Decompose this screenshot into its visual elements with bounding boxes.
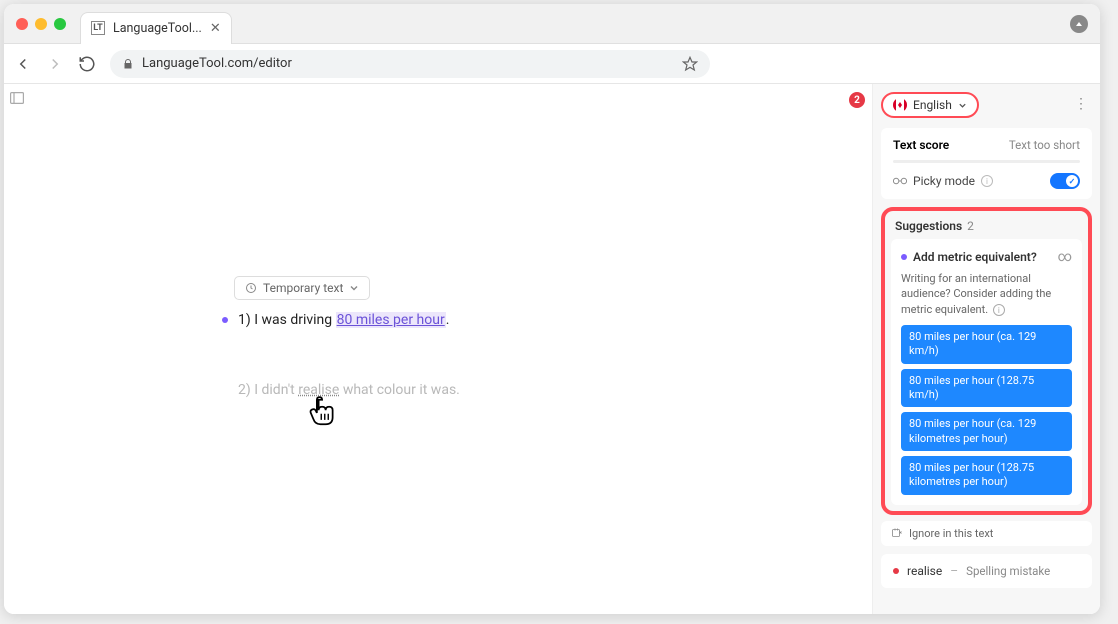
line2-text-prefix: 2) I didn't [238,382,298,398]
line1-text-suffix: . [446,312,450,328]
suggestion-chip[interactable]: 80 miles per hour (128.75 kilometres per… [901,456,1072,495]
language-selector[interactable]: English [881,92,979,118]
info-icon[interactable]: i [993,304,1005,316]
clock-icon [245,282,257,294]
page-content: Temporary text 1) I was driving 80 miles… [4,84,1100,614]
editor-line-2[interactable]: 2) I didn't realise what colour it was. [222,382,622,398]
picky-mode-label: Picky mode [913,174,975,188]
lock-icon [122,58,134,70]
glasses-icon [893,176,907,186]
suggestion-chip[interactable]: 80 miles per hour (ca. 129 kilometres pe… [901,412,1072,451]
nav-back-button[interactable] [14,55,32,73]
window-controls [16,18,66,30]
line1-text-prefix: 1) I was driving [238,312,336,328]
flag-icon [893,98,907,112]
window-maximize-button[interactable] [54,18,66,30]
text-score-status: Text too short [1009,138,1080,152]
window-minimize-button[interactable] [35,18,47,30]
info-icon[interactable]: i [981,175,993,187]
tab-close-button[interactable]: ✕ [210,21,221,36]
language-label: English [913,98,952,112]
bookmark-star-icon[interactable] [682,56,698,72]
browser-window: LT LanguageTool... ✕ LanguageTool.com/ed… [4,4,1100,614]
suggestion-card-spelling[interactable]: realise – Spelling mistake [881,554,1092,588]
left-rail [4,84,34,614]
ignore-card[interactable]: Ignore in this text [881,521,1092,546]
editor-line-1[interactable]: 1) I was driving 80 miles per hour. [222,312,622,328]
nav-reload-button[interactable] [78,55,96,73]
browser-profile-button[interactable] [1070,15,1088,33]
spelling-word: realise [907,564,942,578]
editor-body[interactable]: 1) I was driving 80 miles per hour. 2) I… [222,312,622,452]
document-type-label: Temporary text [263,281,343,295]
text-score-bar [893,160,1080,163]
sidebar: 2 English ⋮ Text score Text too short Pi… [872,84,1100,614]
spelling-dot-icon [893,568,899,574]
panel-toggle-icon[interactable] [10,92,24,104]
chevron-down-icon [349,283,359,293]
url-text: LanguageTool.com/editor [142,56,292,71]
line2-text-suffix: what colour it was. [339,382,460,398]
tab-favicon: LT [91,21,105,35]
suggestion-link-icon[interactable]: ∞ [1058,249,1072,265]
tab-title: LanguageTool... [113,21,202,36]
suggestion-chip[interactable]: 80 miles per hour (ca. 129 km/h) [901,325,1072,364]
issue-bullet-icon [222,317,228,323]
ignore-label: Ignore in this text [909,527,993,540]
nav-forward-button [46,55,64,73]
suggestion-chip-list: 80 miles per hour (ca. 129 km/h) 80 mile… [901,325,1072,494]
address-bar[interactable]: LanguageTool.com/editor [110,50,710,78]
spelling-label: Spelling mistake [966,564,1050,578]
suggestions-label: Suggestions [895,219,962,233]
suggestions-panel: Suggestions 2 Add metric equivalent? ∞ W… [881,207,1092,515]
window-close-button[interactable] [16,18,28,30]
suggestions-count: 2 [967,219,974,233]
metric-highlight[interactable]: 80 miles per hour [336,312,446,328]
sidebar-more-button[interactable]: ⋮ [1074,96,1088,112]
suggestion-card-metric[interactable]: Add metric equivalent? ∞ Writing for an … [891,239,1082,505]
title-bar: LT LanguageTool... ✕ [4,4,1100,44]
browser-tab[interactable]: LT LanguageTool... ✕ [80,12,232,44]
picky-mode-toggle[interactable] [1050,173,1080,189]
text-score-label: Text score [893,138,949,152]
ignore-icon [891,527,903,539]
suggestion-description: Writing for an international audience? C… [901,272,1051,316]
text-score-card: Text score Text too short Picky mode i [881,128,1092,199]
address-bar-row: LanguageTool.com/editor [4,44,1100,84]
editor-area[interactable]: Temporary text 1) I was driving 80 miles… [34,84,872,614]
suggestion-type-dot-icon [901,254,907,260]
spelling-highlight[interactable]: realise [298,382,339,398]
separator-dash: – [950,564,958,578]
suggestion-chip[interactable]: 80 miles per hour (128.75 km/h) [901,369,1072,408]
error-count-badge[interactable]: 2 [849,92,865,108]
suggestion-title: Add metric equivalent? [913,250,1037,264]
document-type-dropdown[interactable]: Temporary text [234,276,370,300]
chevron-down-icon [958,101,967,110]
